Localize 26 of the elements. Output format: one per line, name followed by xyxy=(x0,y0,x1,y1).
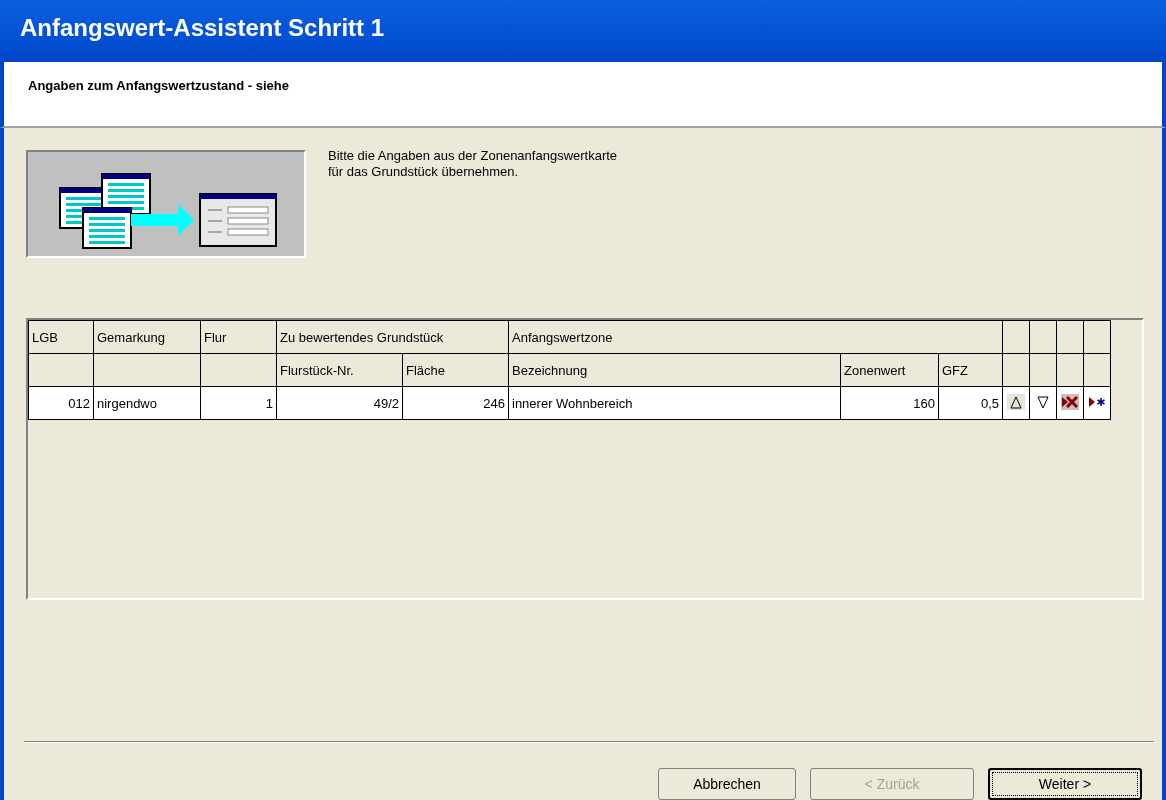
table-cell: 1 xyxy=(200,386,277,420)
table-cell: nirgendwo xyxy=(93,386,201,420)
wizard-subtitle: Angaben zum Anfangswertzustand - siehe xyxy=(28,78,290,93)
column-header: Flurstück-Nr. xyxy=(276,353,403,387)
column-header: Zu bewertendes Grundstück xyxy=(276,320,509,354)
wizard-button[interactable]: Abbrechen xyxy=(658,768,796,800)
wizard-button[interactable]: Weiter > xyxy=(988,768,1142,800)
move-down-icon[interactable] xyxy=(1034,393,1052,410)
column-header: Anfangswertzone xyxy=(508,320,1003,354)
column-header: Fläche xyxy=(402,353,509,387)
instruction-text: Bitte die Angaben aus der Zonenanfangswertkarte für das Grundstück übernehmen. xyxy=(328,148,619,181)
column-header: GFZ xyxy=(938,353,1003,387)
column-header: Bezeichnung xyxy=(508,353,841,387)
column-header: LGB xyxy=(28,320,94,354)
move-up-icon[interactable] xyxy=(1007,393,1025,410)
table-cell: 246 xyxy=(402,386,509,420)
window-title: Anfangswert-Assistent Schritt 1 xyxy=(0,0,1166,62)
table-cell: 0,5 xyxy=(938,386,1003,420)
table-cell: innerer Wohnbereich xyxy=(508,386,841,420)
column-header: Flur xyxy=(200,320,277,354)
delete-row-icon[interactable] xyxy=(1061,393,1079,410)
column-header: Gemarkung xyxy=(93,320,201,354)
column-header: Zonenwert xyxy=(840,353,939,387)
table-cell: 012 xyxy=(28,386,94,420)
table-cell: 160 xyxy=(840,386,939,420)
table-cell: 49/2 xyxy=(276,386,403,420)
